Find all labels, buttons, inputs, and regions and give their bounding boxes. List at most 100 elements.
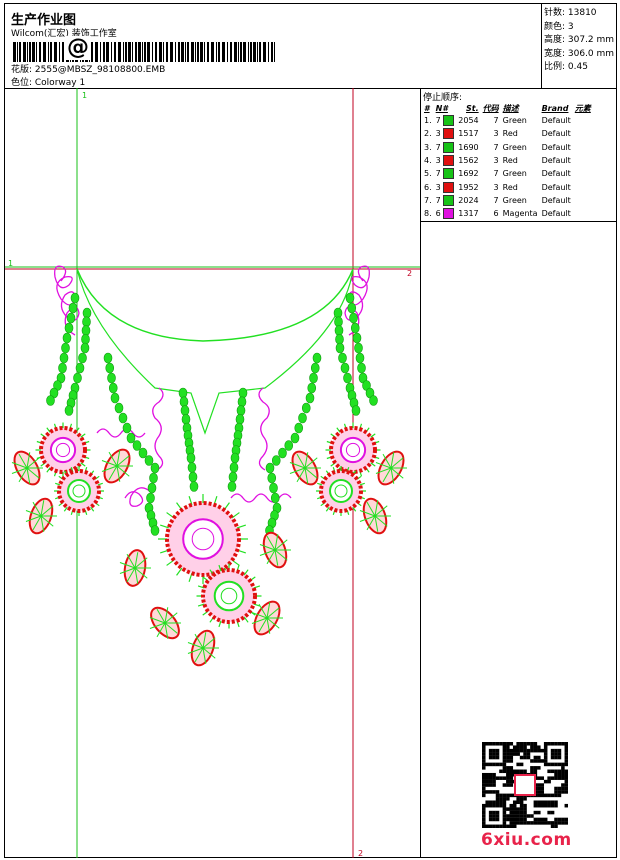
barcode-at-symbol: @ <box>65 35 91 60</box>
qr-module <box>550 810 555 815</box>
qr-module <box>554 803 558 808</box>
colorway-label: 色位: Colorway 1 <box>11 78 86 88</box>
qr-module <box>509 814 514 818</box>
stop-row: 5. 7 1692 7 Green Default <box>422 167 593 180</box>
qr-module <box>523 814 527 818</box>
bead <box>118 412 128 424</box>
qr-module <box>533 817 538 822</box>
bead <box>230 452 240 464</box>
bead <box>290 432 300 444</box>
qr-module <box>533 759 538 763</box>
qr-module <box>564 745 568 749</box>
qr-module <box>495 776 500 780</box>
qr-module <box>492 742 496 746</box>
qr-module <box>547 769 551 774</box>
qr-module <box>554 821 558 825</box>
qr-module <box>512 769 517 774</box>
qr-module <box>492 783 496 787</box>
stop-stitches: 1692 <box>458 169 479 179</box>
qr-module <box>564 790 568 794</box>
stop-row: 3. 7 1690 7 Green Default <box>422 141 593 154</box>
qr-module <box>502 759 507 763</box>
bead <box>110 392 120 404</box>
bead <box>46 395 55 406</box>
qr-module <box>516 800 520 805</box>
qr-module <box>492 800 496 805</box>
qr-module <box>561 786 565 791</box>
qr-module <box>502 814 507 818</box>
qr-module <box>543 742 548 746</box>
qr-module <box>547 776 551 780</box>
qr-module <box>519 803 524 808</box>
stop-needle: 3 <box>434 154 457 167</box>
qr-module <box>499 793 503 798</box>
qr-module <box>530 748 534 753</box>
qr-module <box>523 803 527 808</box>
stop-num: 1. <box>424 116 432 126</box>
qr-module <box>509 748 514 753</box>
bead <box>352 332 362 344</box>
bead <box>312 352 322 364</box>
qr-module <box>492 814 496 818</box>
qr-module <box>543 800 548 805</box>
stop-needle-value: 6 <box>435 209 441 219</box>
flower-center <box>182 518 224 560</box>
qr-module <box>554 786 558 791</box>
qr-module <box>543 762 548 767</box>
bead <box>178 387 188 399</box>
qr-module <box>512 752 517 756</box>
qr-module <box>550 800 555 805</box>
qr-module <box>547 810 551 815</box>
qr-module <box>516 810 520 815</box>
qr-module <box>557 752 562 756</box>
bead <box>66 312 76 324</box>
stop-stitches: 1517 <box>458 129 479 139</box>
qr-module <box>495 742 500 746</box>
qr-module <box>516 769 520 774</box>
qr-module <box>537 810 541 815</box>
qr-module <box>543 752 548 756</box>
qr-module <box>519 814 524 818</box>
production-sheet: 生产作业图 Wilcom(汇宏) 装饰工作室 @ 花版: 2555@MBSZ_9… <box>4 3 617 858</box>
bead <box>105 362 115 374</box>
qr-module <box>488 776 493 780</box>
qr-module <box>557 748 562 753</box>
qr-module <box>502 776 507 780</box>
qr-module <box>482 817 486 822</box>
qr-module <box>537 790 541 794</box>
stop-needle-value: 7 <box>435 195 441 205</box>
qr-module <box>530 814 534 818</box>
bead <box>335 342 345 354</box>
bead <box>126 432 136 444</box>
qr-module <box>561 817 565 822</box>
qr-module <box>502 824 507 828</box>
stop-desc: Green <box>502 195 527 205</box>
bead <box>271 455 281 466</box>
bead <box>349 312 358 324</box>
qr-module <box>523 742 527 746</box>
qr-module <box>485 824 489 828</box>
qr-module <box>564 762 568 767</box>
qr-module <box>492 790 496 794</box>
stop-row: 2. 3 1517 3 Red Default <box>422 127 593 140</box>
qr-module <box>482 776 486 780</box>
qr-module <box>564 742 568 746</box>
bead <box>150 525 160 536</box>
qr-module <box>512 748 517 753</box>
bead <box>144 455 154 466</box>
bead <box>227 481 237 492</box>
qr-module <box>488 814 493 818</box>
bead <box>278 447 287 459</box>
bead <box>228 471 238 483</box>
stop-element <box>573 180 593 193</box>
qr-module <box>516 748 520 753</box>
qr-module <box>516 817 520 822</box>
qr-module <box>537 748 541 753</box>
qr-module <box>540 793 545 798</box>
qr-module <box>488 762 493 767</box>
qr-module <box>485 790 489 794</box>
qr-module <box>506 745 510 749</box>
qr-module <box>482 824 486 828</box>
stop-element <box>573 127 593 140</box>
qr-module <box>509 772 514 777</box>
